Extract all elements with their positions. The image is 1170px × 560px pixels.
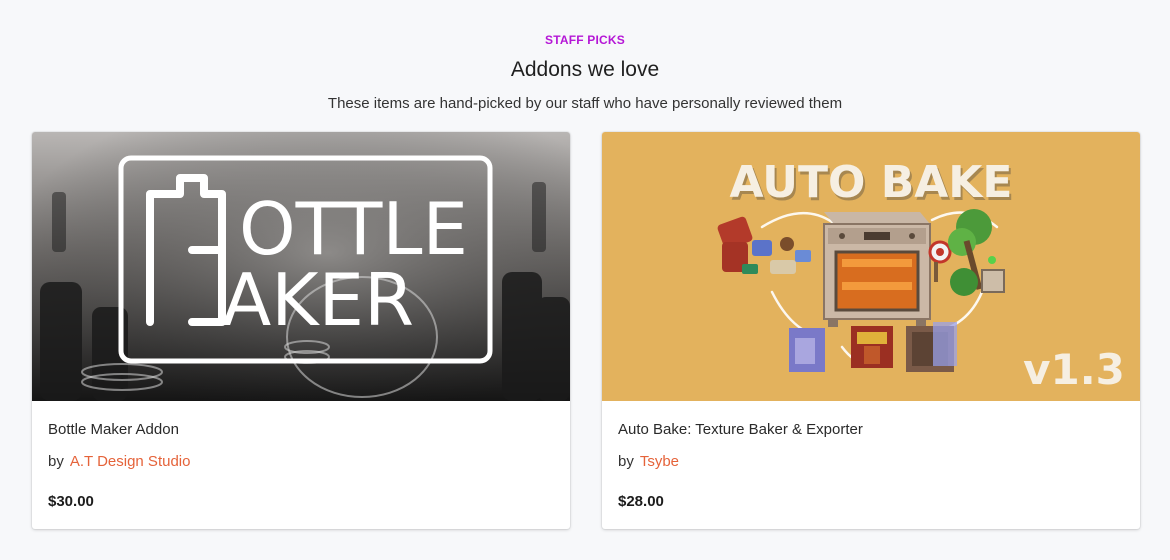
by-label: by [618, 453, 634, 470]
product-name[interactable]: Bottle Maker Addon [48, 421, 179, 438]
thumb-title: AUTO BAKE [730, 157, 1013, 208]
staff-picks-section: STAFF PICKS Addons we love These items a… [0, 0, 1170, 560]
product-thumbnail-auto-bake[interactable]: AUTO BAKE AUTO BAKE v1.3 [602, 132, 1140, 401]
product-name[interactable]: Auto Bake: Texture Baker & Exporter [618, 421, 863, 438]
thumb-version: v1.3 [1023, 345, 1125, 394]
by-label: by [48, 453, 64, 470]
author-link[interactable]: Tsybe [640, 453, 679, 470]
product-price: $30.00 [48, 493, 94, 510]
product-card-auto-bake[interactable]: AUTO BAKE AUTO BAKE v1.3 Auto Bake: Text… [602, 132, 1140, 529]
section-subtitle: These items are hand-picked by our staff… [327, 95, 843, 112]
author-link[interactable]: A.T Design Studio [70, 453, 191, 470]
product-card-bottle-maker[interactable]: OTTLE AKER Bottle Maker Addon by A.T Desi… [32, 132, 570, 529]
product-author-line: by Tsybe [618, 453, 679, 470]
product-price: $28.00 [618, 493, 664, 510]
product-author-line: by A.T Design Studio [48, 453, 190, 470]
product-thumbnail-bottle-maker[interactable]: OTTLE AKER [32, 132, 570, 401]
thumb-logo-line2: AKER [222, 258, 414, 342]
section-title: Addons we love [510, 58, 660, 81]
section-eyebrow: STAFF PICKS [545, 33, 625, 47]
